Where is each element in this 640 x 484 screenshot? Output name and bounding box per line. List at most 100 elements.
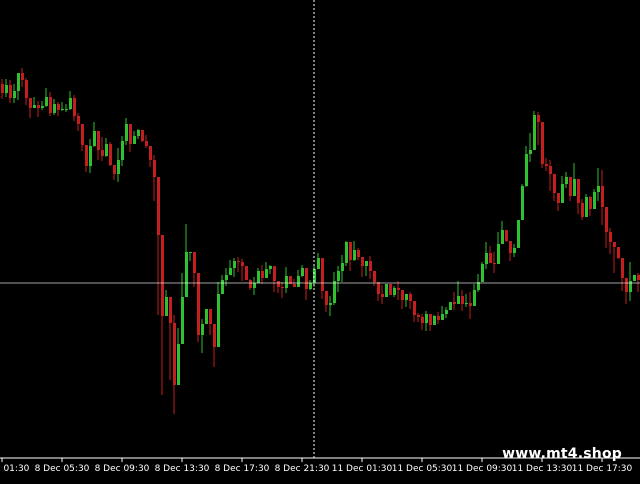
candle-body <box>57 104 60 110</box>
time-tick-label: 8 Dec 01:30 <box>0 464 30 474</box>
candle-body <box>45 97 48 106</box>
candle-body <box>373 271 376 282</box>
candle-body <box>509 241 512 253</box>
candle-body <box>165 297 168 316</box>
candle-body <box>357 250 360 257</box>
candle-body <box>413 301 416 315</box>
candle-body <box>613 242 616 247</box>
candle-body <box>89 146 92 166</box>
time-tick-label: 11 Dec 01:30 <box>332 464 393 474</box>
candle-body <box>169 297 172 323</box>
candle-body <box>277 281 280 287</box>
candle <box>345 241 348 266</box>
candle-body <box>609 232 612 242</box>
candle-body <box>261 271 264 278</box>
candle-body <box>161 235 164 316</box>
candle-body <box>621 258 624 278</box>
candle <box>533 111 536 150</box>
candle-body <box>101 150 104 156</box>
candle-body <box>73 98 76 116</box>
candle-body <box>405 294 408 300</box>
candle-body <box>9 85 12 98</box>
candle-body <box>197 273 200 335</box>
candle-body <box>33 105 36 108</box>
candle-body <box>565 177 568 184</box>
candle-body <box>513 248 516 253</box>
candle-body <box>317 258 320 269</box>
candle-body <box>5 85 8 93</box>
candle-body <box>369 261 372 271</box>
candle-body <box>429 314 432 325</box>
candle-body <box>533 115 536 150</box>
candle-body <box>149 146 152 160</box>
candle-body <box>417 315 420 317</box>
candle <box>517 220 520 248</box>
candle-body <box>341 263 344 271</box>
candle-body <box>481 264 484 282</box>
time-tick-label: 11 Dec 13:30 <box>512 464 573 474</box>
candle-body <box>121 141 124 160</box>
candle-body <box>473 290 476 306</box>
candle-body <box>517 220 520 248</box>
candle-body <box>625 278 628 292</box>
candle-body <box>585 197 588 217</box>
candle <box>617 247 620 259</box>
candle-body <box>433 316 436 325</box>
candle-body <box>125 124 128 141</box>
candle-body <box>449 302 452 310</box>
candle-body <box>349 242 352 260</box>
candle-body <box>505 230 508 241</box>
candle-body <box>553 174 556 193</box>
candle-body <box>61 109 64 110</box>
candle <box>449 302 452 310</box>
candle-body <box>465 303 468 304</box>
candle-body <box>77 116 80 124</box>
candle-body <box>329 303 332 305</box>
candle-body <box>129 124 132 144</box>
candle-body <box>177 344 180 385</box>
candle-body <box>597 186 600 192</box>
candle-body <box>285 276 288 288</box>
candle <box>593 189 596 209</box>
time-tick-label: 11 Dec 17:30 <box>572 464 633 474</box>
candle-body <box>445 310 448 314</box>
candle-body <box>421 317 424 323</box>
candle-body <box>269 266 272 269</box>
candle-body <box>49 97 52 113</box>
candle-body <box>385 284 388 297</box>
candle-body <box>437 316 440 320</box>
candle-body <box>249 280 252 288</box>
candle-body <box>241 262 244 266</box>
candle <box>385 284 388 297</box>
candle-body <box>37 105 40 108</box>
candle-body <box>273 266 276 281</box>
candle-body <box>545 164 548 166</box>
candle-body <box>253 283 256 288</box>
candle-body <box>485 253 488 264</box>
candle-body <box>21 73 24 80</box>
candle-body <box>265 269 268 278</box>
candle <box>141 130 144 142</box>
chart-area[interactable]: 8 Dec 01:30 8 Dec 05:30 8 Dec 09:30 8 Dec 1… <box>0 0 640 480</box>
time-tick-label: 11 Dec 05:30 <box>392 464 453 474</box>
candle-body <box>393 288 396 295</box>
candle-body <box>53 104 56 113</box>
candle-body <box>541 122 544 164</box>
candle-body <box>425 314 428 323</box>
candle <box>433 315 436 325</box>
candle-body <box>365 261 368 266</box>
candle-body <box>221 280 224 294</box>
candle <box>521 184 524 220</box>
candle-body <box>65 109 68 110</box>
candle-body <box>493 263 496 264</box>
candle-body <box>497 244 500 264</box>
candle-body <box>325 291 328 305</box>
candle-body <box>457 296 460 304</box>
candle <box>389 284 392 295</box>
candle-body <box>453 302 456 304</box>
candle-body <box>133 136 136 144</box>
candle-body <box>309 283 312 289</box>
candlestick-chart[interactable]: 8 Dec 01:30 8 Dec 05:30 8 Dec 09:30 8 Dec 1… <box>0 0 640 480</box>
candle <box>109 142 112 166</box>
candle-body <box>213 324 216 347</box>
